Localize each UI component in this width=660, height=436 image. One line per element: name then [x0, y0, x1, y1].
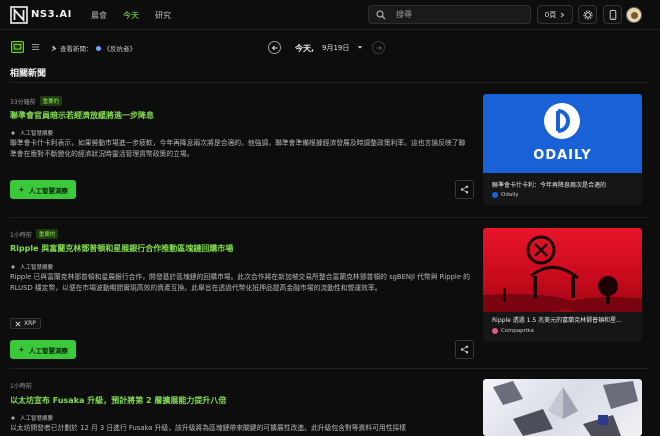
source-icon	[492, 192, 498, 198]
news-card[interactable]: ODAILY 聯準會卡什卡利：今年再降息兩次是合適的 Odaily	[483, 94, 642, 205]
user-avatar[interactable]	[626, 7, 642, 23]
article-summary: Ripple 已與富蘭克林鄧普頓和星展銀行合作，開發基於區塊鏈的回購市場。此次合…	[10, 273, 470, 292]
ethereum-chain-artwork-icon	[493, 381, 638, 436]
arrow-left-icon	[271, 45, 277, 51]
arrow-right-icon	[376, 45, 382, 51]
search-box[interactable]: 搜尋	[368, 5, 531, 24]
view-label: 查看新聞：	[60, 45, 93, 53]
credits-button[interactable]: 0頁	[537, 5, 573, 24]
top-navigation-bar: NS3.AI 晨會 今天 研究 搜尋 0頁	[0, 0, 660, 30]
ai-summary-text: 人工智慧摘要	[20, 265, 54, 271]
sparkle-icon	[18, 346, 25, 352]
list-view-icon	[32, 44, 39, 50]
source-name: Coinpaprika	[501, 328, 534, 334]
sparkle-icon	[10, 415, 16, 420]
source-name: Odaily	[501, 192, 519, 198]
caret-down-icon	[357, 46, 362, 49]
view-filter-value: 《反抗者》	[103, 45, 137, 53]
ai-summary-text: 人工智慧摘要	[20, 131, 54, 137]
ns3-logo-icon[interactable]	[10, 6, 28, 24]
ai-insight-button[interactable]: 人工智慧洞察	[10, 180, 76, 199]
article-divider	[10, 217, 650, 218]
news-card-image: ODAILY	[483, 94, 642, 173]
share-icon	[460, 185, 469, 194]
pin-icon	[51, 45, 57, 51]
previous-day-button[interactable]	[268, 41, 281, 54]
importance-badge: 重要的	[35, 229, 59, 239]
importance-badge: 重要的	[39, 96, 63, 106]
nav-item-today[interactable]: 今天	[123, 10, 139, 21]
xrp-icon	[15, 320, 21, 327]
brand-name[interactable]: NS3.AI	[31, 9, 72, 20]
news-card-source: Odaily	[492, 192, 519, 198]
article-title[interactable]: 聯準會官員暗示若經濟放緩將進一步降息	[10, 110, 154, 121]
chevron-right-icon	[560, 12, 565, 17]
article-title[interactable]: 以太坊宣布 Fusaka 升級，預計將第 2 層擴展能力提升八倍	[10, 395, 226, 406]
coin-tag-xrp[interactable]: XRP	[10, 318, 41, 329]
view-filter-flag-icon	[95, 45, 101, 51]
article-time: 1小時前	[10, 383, 32, 390]
share-icon	[460, 345, 469, 354]
news-card-caption: 聯準會卡什卡利：今年再降息兩次是合適的	[492, 182, 607, 189]
next-day-button[interactable]	[372, 41, 385, 54]
card-view-icon	[13, 43, 22, 50]
ai-summary-text: 人工智慧摘要	[20, 416, 54, 422]
ai-insight-label: 人工智慧洞察	[29, 346, 68, 355]
today-label: 今天,	[295, 44, 315, 53]
mobile-app-button[interactable]	[603, 5, 622, 24]
card-view-toggle[interactable]	[11, 41, 24, 53]
news-card-image	[483, 228, 642, 312]
share-button[interactable]	[455, 180, 474, 199]
news-card[interactable]: Ripple 透過 1.5 兆美元的富蘭克林鄧普頓和星... Coinpapri…	[483, 228, 642, 342]
credits-label: 0頁	[544, 10, 557, 19]
date-label: 9月19日	[322, 44, 350, 52]
date-selector[interactable]: 9月19日	[322, 43, 363, 53]
article-meta: 1小時前	[10, 381, 32, 390]
article-meta: 1小時前 重要的	[10, 229, 59, 239]
article-meta: 33分鐘前 重要的	[10, 96, 63, 106]
article-time: 1小時前	[10, 231, 32, 239]
article-summary: 聯準會卡什卡利表示，如果勞動市場進一步疲軟，今年再降息兩次將是合適的。他強調，聯…	[10, 139, 466, 158]
news-card-image	[483, 379, 642, 436]
sparkle-icon	[10, 264, 16, 269]
search-placeholder: 搜尋	[396, 10, 412, 19]
article-summary: 以太坊開發者已計劃於 12 月 3 日進行 Fusaka 升級，該升級將為區塊鏈…	[10, 424, 407, 432]
odaily-logo-icon	[544, 103, 580, 139]
article-time: 33分鐘前	[10, 98, 36, 106]
article-title[interactable]: Ripple 與富蘭克林鄧普頓和星展銀行合作推動區塊鏈回購市場	[10, 243, 233, 254]
gear-icon	[583, 10, 592, 19]
share-button[interactable]	[455, 340, 474, 359]
ai-summary-label: 人工智慧摘要	[10, 263, 53, 271]
ai-insight-label: 人工智慧洞察	[29, 186, 68, 195]
list-view-toggle[interactable]	[29, 41, 42, 53]
xrp-coin-artwork-icon	[483, 235, 642, 312]
main-nav: 晨會 今天 研究	[91, 10, 187, 21]
settings-button[interactable]	[578, 5, 597, 24]
odaily-logo-text: ODAILY	[533, 148, 592, 163]
news-view-selector[interactable]: 查看新聞： 《反抗者》	[51, 43, 136, 53]
news-card-caption: Ripple 透過 1.5 兆美元的富蘭克林鄧普頓和星...	[492, 317, 622, 324]
news-card-source: Coinpaprika	[492, 328, 534, 334]
nav-item-morning[interactable]: 晨會	[91, 10, 107, 21]
nav-item-research[interactable]: 研究	[155, 10, 171, 21]
section-title: 相關新聞	[10, 69, 47, 79]
source-icon	[492, 328, 498, 334]
news-card[interactable]	[483, 379, 642, 436]
coin-tag-label: XRP	[24, 320, 36, 327]
ai-insight-button[interactable]: 人工智慧洞察	[10, 340, 76, 359]
ai-summary-label: 人工智慧摘要	[10, 129, 53, 137]
article-divider	[10, 368, 650, 369]
ai-summary-label: 人工智慧摘要	[10, 414, 53, 422]
sparkle-icon	[18, 186, 25, 192]
sparkle-icon	[10, 130, 16, 135]
search-icon	[376, 9, 386, 19]
section-divider	[10, 82, 650, 83]
phone-icon	[609, 9, 616, 20]
